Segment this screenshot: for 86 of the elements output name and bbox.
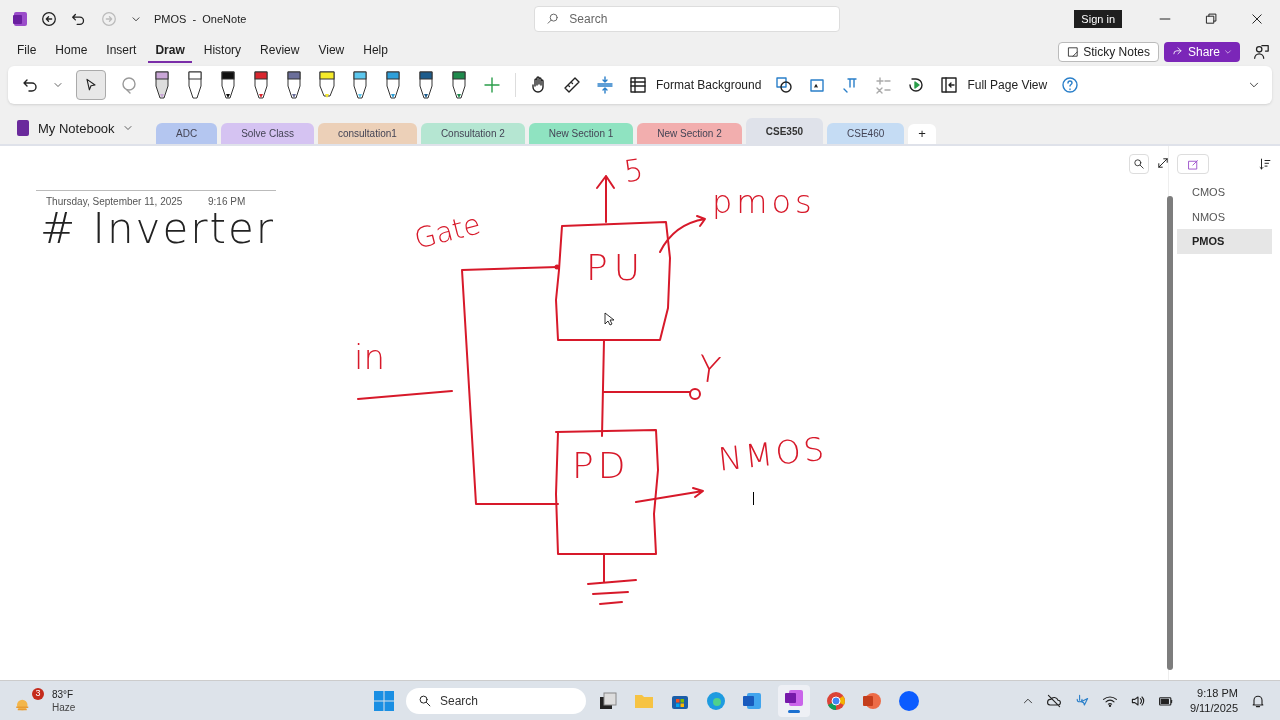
notification-badge: 3 (32, 687, 44, 700)
ink-label: PU (586, 250, 647, 286)
page-item[interactable]: NMOS (1177, 204, 1272, 229)
close-icon[interactable] (1250, 12, 1264, 26)
menu-tab[interactable]: View (311, 41, 352, 63)
space-icon[interactable] (595, 75, 615, 95)
ink-label: in (354, 340, 385, 374)
search-icon (1133, 158, 1145, 170)
scrollbar[interactable] (1167, 196, 1173, 670)
ruler-icon[interactable] (562, 75, 582, 95)
help-icon[interactable] (1060, 75, 1081, 95)
ink-label: PD (572, 448, 630, 484)
weather-condition: Haze (52, 700, 76, 714)
taskbar-search-field[interactable]: Search (406, 687, 586, 714)
section-tab[interactable]: ADC (156, 123, 218, 144)
menu-tab[interactable]: History (196, 41, 249, 63)
video-call-icon[interactable] (898, 689, 920, 712)
app-logo-icon (12, 11, 28, 27)
notebook-icon (16, 119, 30, 138)
share-button[interactable]: Share (1163, 42, 1240, 62)
pen-icon[interactable] (416, 70, 436, 100)
full-page-icon (939, 75, 960, 95)
presentation-app-icon[interactable] (862, 690, 882, 711)
add-section-button[interactable]: + (908, 124, 936, 144)
ink-label: pmos (712, 186, 816, 218)
expand-icon[interactable] (1156, 156, 1170, 170)
menu-tab[interactable]: Draw (148, 41, 192, 63)
notebook-picker[interactable]: My Notebook (16, 118, 156, 138)
note-icon (1067, 46, 1080, 58)
temperature: 83°F (52, 687, 75, 701)
new-page-button[interactable] (1177, 154, 1209, 174)
feedback-icon[interactable] (1252, 43, 1270, 61)
ink-label: Gate (411, 210, 484, 254)
section-tab[interactable]: CSE460 (827, 123, 905, 144)
search-icon (418, 693, 432, 708)
page-title: # Inverter (40, 208, 276, 250)
page-item[interactable]: CMOS (1177, 180, 1272, 205)
menu-tab[interactable]: File (10, 41, 44, 63)
eraser-icon[interactable] (152, 70, 172, 100)
back-icon[interactable] (40, 10, 58, 28)
select-tool[interactable] (76, 70, 106, 100)
new-page-icon (1186, 157, 1200, 171)
sign-in-button[interactable]: Sign in (1074, 9, 1122, 29)
page-item[interactable]: PMOS (1177, 229, 1272, 254)
shapes-icon[interactable] (774, 75, 795, 95)
task-view-icon[interactable] (598, 690, 618, 711)
search-icon (546, 12, 561, 26)
pen-icon[interactable] (449, 70, 469, 100)
section-tab[interactable]: New Section 1 (528, 123, 634, 144)
pen-icon[interactable] (251, 70, 271, 100)
clock-date: 9/11/2025 (1189, 700, 1238, 716)
notebook-app-icon[interactable] (784, 688, 804, 708)
caret-icon (1224, 48, 1232, 56)
start-icon[interactable] (374, 690, 394, 711)
menu-tab[interactable]: Insert (99, 41, 144, 63)
section-tab[interactable]: New Section 2 (637, 123, 742, 144)
menu-tab[interactable]: Help (356, 41, 395, 63)
document-app-icon[interactable] (742, 690, 762, 711)
ink-label: NMOS (716, 432, 829, 476)
cloud-off-icon[interactable] (1045, 692, 1062, 709)
restore-icon[interactable] (1204, 12, 1218, 26)
window-title: PMOS - OneNote (154, 11, 247, 27)
menu-tab[interactable]: Home (48, 41, 95, 63)
search-field[interactable]: Search (534, 6, 841, 32)
format-background-button[interactable]: Format Background (628, 75, 762, 95)
section-tab[interactable]: Solve Class (221, 123, 314, 144)
section-tab[interactable]: Consultation 2 (420, 123, 525, 144)
sort-icon[interactable] (1258, 157, 1272, 171)
section-tab[interactable]: consultation1 (317, 123, 417, 144)
ink-label: 5 (622, 154, 646, 188)
lasso-icon[interactable] (119, 75, 139, 95)
cursor-icon (604, 312, 614, 326)
search-page-button[interactable] (1129, 154, 1149, 174)
page-time: 9:16 PM (208, 195, 246, 209)
pen-icon[interactable] (284, 70, 304, 100)
page-icon (628, 75, 648, 95)
ink-label: Y (695, 350, 723, 390)
section-tab[interactable]: CSE350 (745, 118, 824, 144)
page-date: Thursday, September 11, 2025 (46, 195, 183, 209)
clock-time: 9:18 PM (1197, 685, 1238, 701)
sticky-notes-button[interactable]: Sticky Notes (1058, 42, 1159, 62)
pen-icon[interactable] (383, 70, 403, 100)
full-page-view-button[interactable]: Full Page View (939, 75, 1048, 95)
chrome-icon[interactable] (826, 690, 846, 711)
pen-icon[interactable] (218, 70, 238, 100)
menu-tab[interactable]: Review (253, 41, 307, 63)
